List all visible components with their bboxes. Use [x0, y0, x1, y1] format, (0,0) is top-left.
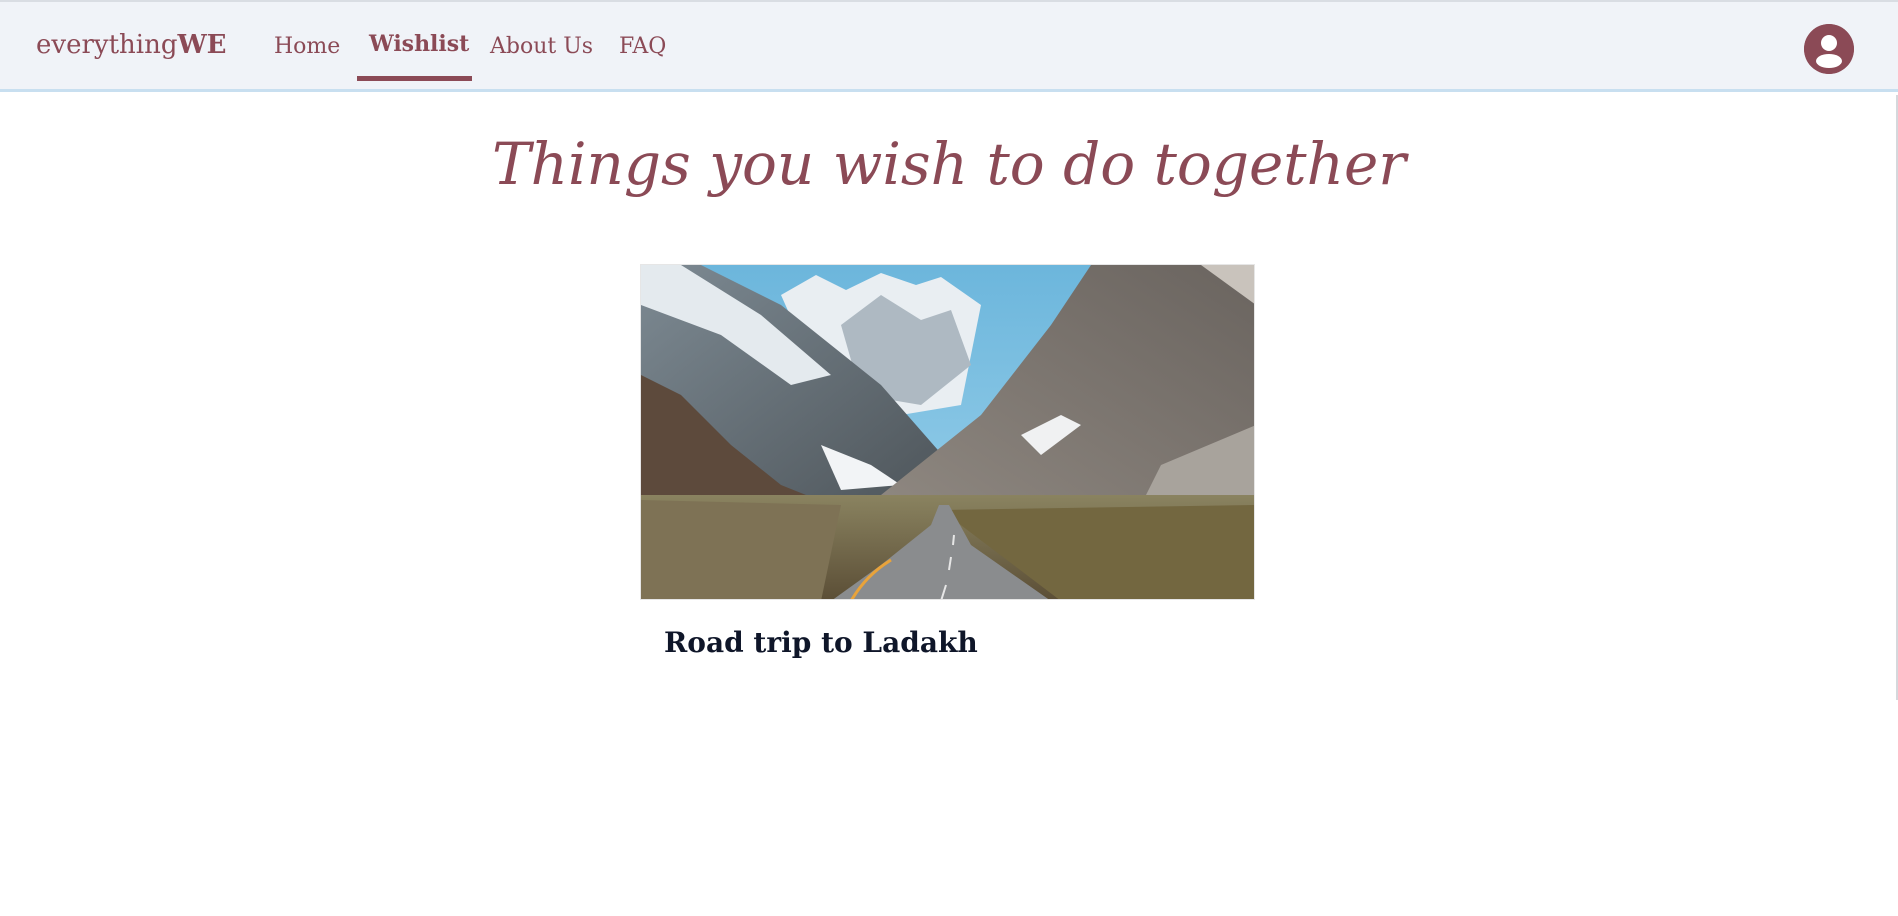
- nav-link-home[interactable]: Home: [274, 34, 340, 59]
- nav-link-wishlist[interactable]: Wishlist: [369, 31, 469, 57]
- brand-logo[interactable]: everythingWE: [36, 30, 227, 60]
- user-avatar-icon: [1804, 24, 1854, 74]
- wishlist-item-title[interactable]: Road trip to Ladakh: [664, 626, 978, 659]
- page-title: Things you wish to do together: [491, 130, 1407, 198]
- wishlist-card[interactable]: Road trip to Ladakh: [640, 264, 1255, 659]
- nav-link-about-us[interactable]: About Us: [490, 34, 593, 59]
- nav-link-faq[interactable]: FAQ: [619, 34, 666, 59]
- active-tab-indicator: [357, 76, 472, 81]
- mountain-road-photo: [640, 264, 1255, 600]
- user-avatar-button[interactable]: [1804, 24, 1854, 74]
- brand-prefix: everything: [36, 30, 178, 60]
- top-navbar: everythingWE Home Wishlist About Us FAQ: [0, 0, 1898, 92]
- brand-suffix: WE: [177, 30, 227, 60]
